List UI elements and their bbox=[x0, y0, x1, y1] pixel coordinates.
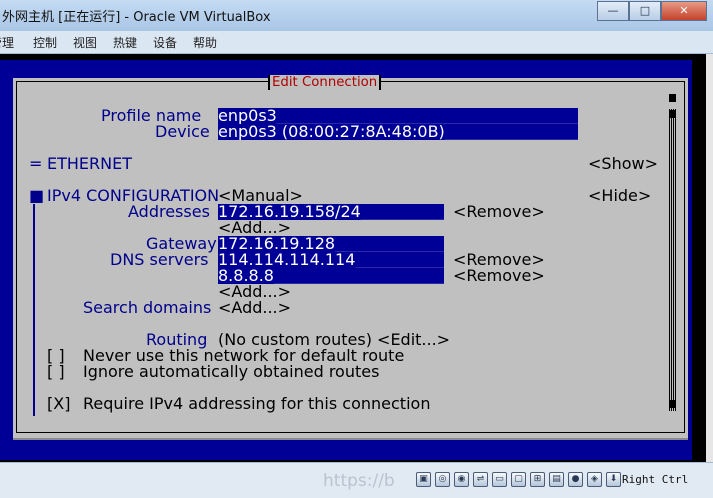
shared-folder-icon[interactable]: ▭ bbox=[492, 472, 507, 487]
add-address-button[interactable]: <Add...> bbox=[218, 220, 291, 236]
ipv4-mode-dropdown[interactable]: <Manual> bbox=[218, 188, 303, 204]
ethernet-section-label: ETHERNET bbox=[47, 154, 132, 173]
menu-control[interactable]: 控制 bbox=[33, 34, 57, 51]
ignore-auto-routes-label: Ignore automatically obtained routes bbox=[83, 362, 380, 381]
window-scrollbar[interactable] bbox=[706, 54, 713, 462]
dns-servers-label: DNS servers bbox=[110, 250, 209, 269]
gateway-field[interactable]: 172.16.19.128___________________________… bbox=[218, 236, 444, 252]
menu-manage[interactable]: 管理 bbox=[0, 34, 14, 51]
close-button[interactable]: ✕ bbox=[661, 1, 707, 21]
ipv4-section-marker: ■ bbox=[29, 186, 45, 205]
host-key-label: Right Ctrl bbox=[622, 473, 689, 486]
menu-help[interactable]: 帮助 bbox=[193, 34, 217, 51]
profile-name-field[interactable]: enp0s3__________________________________… bbox=[218, 108, 578, 124]
audio-icon[interactable]: ◉ bbox=[454, 472, 469, 487]
display-icon[interactable]: ▢ bbox=[511, 472, 526, 487]
usb-icon[interactable]: ⇌ bbox=[473, 472, 488, 487]
menu-hotkeys[interactable]: 热键 bbox=[113, 34, 137, 51]
require-ipv4-label: Require IPv4 addressing for this connect… bbox=[83, 394, 431, 413]
status-bar: https://b ▣ ◎ ◉ ⇌ ▭ ▢ ⊞ ▤ ● ◈ ⬇ Right Ct… bbox=[0, 462, 713, 498]
remove-address-button[interactable]: <Remove> bbox=[453, 204, 545, 220]
ipv4-section-bracket bbox=[33, 204, 35, 416]
addresses-label: Addresses bbox=[128, 202, 210, 221]
remove-dns-button-2[interactable]: <Remove> bbox=[453, 268, 545, 284]
require-ipv4-checkbox[interactable]: [X] bbox=[47, 396, 70, 412]
tui-scroll-thumb-bottom[interactable] bbox=[669, 400, 676, 408]
add-search-domain-button[interactable]: <Add...> bbox=[218, 300, 291, 316]
device-field[interactable]: enp0s3 (08:00:27:8A:48:0B)______________… bbox=[218, 124, 578, 140]
dns-server-field-1[interactable]: 114.114.114.114_________________________… bbox=[218, 252, 444, 268]
edit-connection-title: Edit Connection bbox=[268, 75, 382, 90]
tui-scroll-thumb-top[interactable] bbox=[669, 94, 676, 102]
maximize-button[interactable]: □ bbox=[629, 1, 661, 21]
menu-devices[interactable]: 设备 bbox=[153, 34, 177, 51]
ethernet-show-button[interactable]: <Show> bbox=[588, 156, 658, 172]
search-domains-label: Search domains bbox=[83, 298, 212, 317]
optical-icon[interactable]: ◎ bbox=[435, 472, 450, 487]
cpu-icon[interactable]: ◈ bbox=[587, 472, 602, 487]
ignore-auto-routes-checkbox[interactable]: [ ] bbox=[47, 364, 65, 380]
device-label: Device bbox=[155, 122, 210, 141]
window-title: 外网主机 [正在运行] - Oracle VM VirtualBox bbox=[2, 10, 271, 25]
menu-view[interactable]: 视图 bbox=[73, 34, 97, 51]
watermark-text: https://b bbox=[323, 471, 395, 491]
record-icon[interactable]: ● bbox=[568, 472, 583, 487]
harddisk-icon[interactable]: ▣ bbox=[416, 472, 431, 487]
tui-scroll-arrow[interactable] bbox=[669, 110, 676, 118]
minimize-button[interactable]: — bbox=[597, 1, 629, 21]
capture-icon[interactable]: ▤ bbox=[549, 472, 564, 487]
tui-scrollbar[interactable] bbox=[669, 109, 676, 411]
window-titlebar: 外网主机 [正在运行] - Oracle VM VirtualBox — □ ✕ bbox=[0, 0, 713, 31]
ipv4-hide-button[interactable]: <Hide> bbox=[588, 188, 651, 204]
network-icon[interactable]: ⊞ bbox=[530, 472, 545, 487]
menu-bar: 管理 控制 视图 热键 设备 帮助 bbox=[0, 31, 713, 54]
mouse-icon[interactable]: ⬇ bbox=[606, 472, 621, 487]
window-controls: — □ ✕ bbox=[597, 1, 707, 21]
ethernet-marker: = bbox=[29, 154, 43, 173]
